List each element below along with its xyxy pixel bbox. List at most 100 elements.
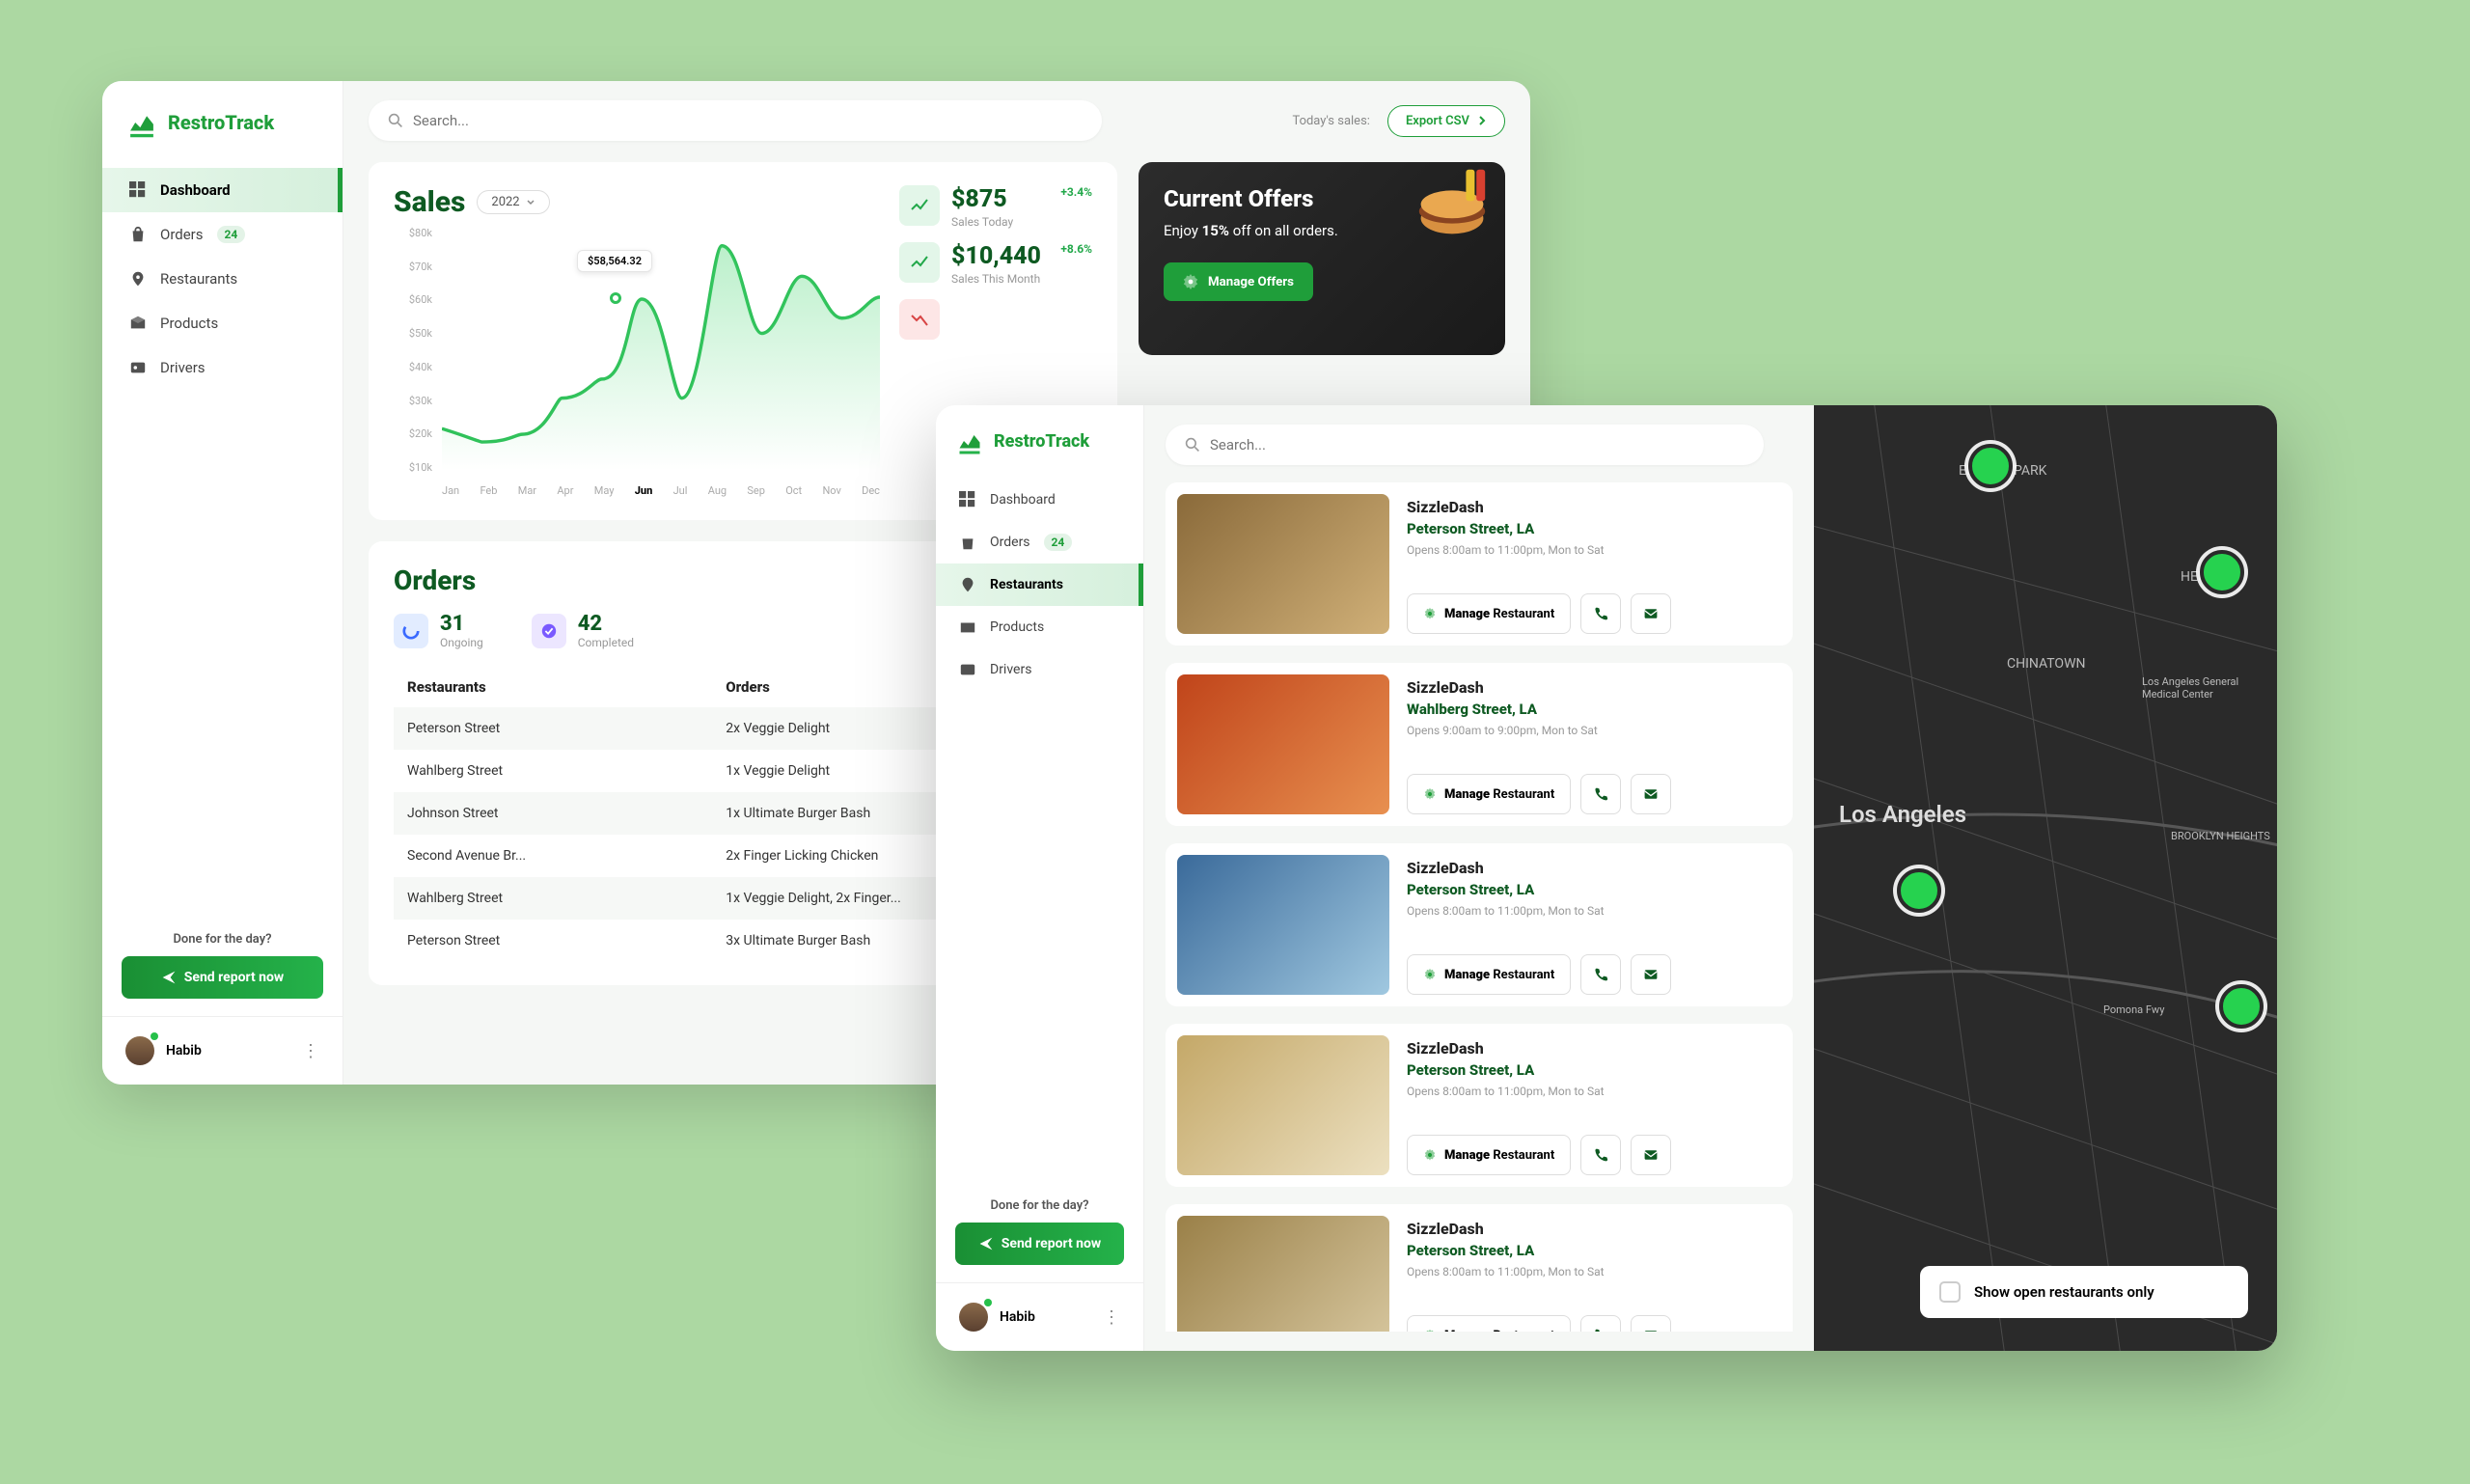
- restaurant-image: [1177, 1216, 1389, 1332]
- done-label: Done for the day?: [122, 932, 323, 947]
- x-axis: Jan Feb Mar Apr May Jun Jul Aug Sep Oct: [442, 484, 880, 497]
- restaurant-hours: Opens 8:00am to 11:00pm, Mon to Sat: [1407, 543, 1781, 557]
- map-pin[interactable]: [2219, 984, 2264, 1029]
- restaurant-hours: Opens 8:00am to 11:00pm, Mon to Sat: [1407, 1085, 1781, 1098]
- ongoing-label: Ongoing: [440, 636, 483, 649]
- kpi-sub: Sales Today: [951, 215, 1013, 229]
- manage-offers-button[interactable]: Manage Offers: [1164, 262, 1313, 301]
- nav-products[interactable]: Products: [936, 606, 1143, 648]
- cell-restaurant: Johnson Street: [394, 792, 712, 835]
- user-row[interactable]: Habib ⋮: [936, 1282, 1143, 1351]
- restaurant-card[interactable]: SizzleDash Peterson Street, LA Opens 8:0…: [1166, 482, 1793, 646]
- manage-restaurant-button[interactable]: Manage Restaurant: [1407, 1135, 1571, 1175]
- completed-count: 42: [578, 612, 634, 636]
- cell-restaurant: Wahlberg Street: [394, 877, 712, 920]
- user-row[interactable]: Habib ⋮: [102, 1016, 343, 1085]
- phone-icon: [1593, 606, 1608, 621]
- send-report-button[interactable]: Send report now: [955, 1223, 1124, 1265]
- restaurant-card[interactable]: SizzleDash Wahlberg Street, LA Opens 9:0…: [1166, 663, 1793, 826]
- search-box[interactable]: [369, 100, 1102, 141]
- checkbox-icon[interactable]: [1939, 1281, 1961, 1303]
- restaurant-card[interactable]: SizzleDash Peterson Street, LA Opens 8:0…: [1166, 1024, 1793, 1187]
- restaurant-hours: Opens 9:00am to 9:00pm, Mon to Sat: [1407, 724, 1781, 737]
- nav-dashboard[interactable]: Dashboard: [102, 168, 343, 212]
- user-menu-icon[interactable]: ⋮: [1103, 1307, 1120, 1328]
- gear-icon: [1423, 787, 1437, 801]
- send-report-button[interactable]: Send report now: [122, 956, 323, 999]
- manage-restaurant-button[interactable]: Manage Restaurant: [1407, 954, 1571, 995]
- restaurant-hours: Opens 8:00am to 11:00pm, Mon to Sat: [1407, 1265, 1781, 1278]
- gear-icon: [1423, 607, 1437, 620]
- gear-icon: [1423, 1329, 1437, 1332]
- restaurant-address: Peterson Street, LA: [1407, 1242, 1781, 1259]
- nav-drivers[interactable]: Drivers: [102, 345, 343, 390]
- nav-restaurants[interactable]: Restaurants: [102, 257, 343, 301]
- search-icon: [1185, 437, 1200, 453]
- gear-icon: [1183, 274, 1198, 289]
- call-button[interactable]: [1580, 593, 1621, 634]
- restaurant-card[interactable]: SizzleDash Peterson Street, LA Opens 8:0…: [1166, 1204, 1793, 1332]
- map-pin[interactable]: [2200, 550, 2244, 594]
- nav-restaurants[interactable]: Restaurants: [936, 563, 1143, 606]
- mail-button[interactable]: [1631, 774, 1671, 814]
- phone-icon: [1593, 1328, 1608, 1332]
- bag-icon: [129, 226, 147, 243]
- map-label: Pomona Fwy: [2103, 1003, 2164, 1016]
- report-btn-label: Send report now: [1002, 1236, 1101, 1251]
- today-sales-label: Today's sales:: [1292, 114, 1370, 128]
- nav-label: Drivers: [160, 359, 206, 376]
- export-csv-button[interactable]: Export CSV: [1387, 105, 1505, 137]
- sidebar: RestroTrack Dashboard Orders 24 Restaura…: [102, 81, 343, 1085]
- completed-icon: [532, 614, 566, 648]
- nav-drivers[interactable]: Drivers: [936, 648, 1143, 691]
- send-icon: [978, 1236, 994, 1251]
- mail-button[interactable]: [1631, 1315, 1671, 1332]
- call-button[interactable]: [1580, 954, 1621, 995]
- call-button[interactable]: [1580, 1135, 1621, 1175]
- search-icon: [388, 113, 403, 128]
- restaurant-image: [1177, 855, 1389, 995]
- brand-name: RestroTrack: [994, 431, 1089, 452]
- restaurant-list: SizzleDash Peterson Street, LA Opens 8:0…: [1166, 482, 1793, 1332]
- search-box[interactable]: [1166, 425, 1764, 465]
- restaurant-name: SizzleDash: [1407, 859, 1781, 877]
- year-select[interactable]: 2022: [477, 190, 549, 214]
- chart-tooltip: $58,564.32: [577, 250, 652, 272]
- manage-restaurant-button[interactable]: Manage Restaurant: [1407, 593, 1571, 634]
- chart-highlight-dot: [610, 292, 621, 304]
- manage-restaurant-button[interactable]: Manage Restaurant: [1407, 1315, 1571, 1332]
- manage-restaurant-button[interactable]: Manage Restaurant: [1407, 774, 1571, 814]
- search-input[interactable]: [1210, 436, 1744, 453]
- restaurant-address: Peterson Street, LA: [1407, 520, 1781, 537]
- restaurant-image: [1177, 494, 1389, 634]
- call-button[interactable]: [1580, 1315, 1621, 1332]
- col-restaurants[interactable]: Restaurants: [394, 667, 712, 707]
- nav-orders[interactable]: Orders 24: [936, 521, 1143, 563]
- nav-dashboard[interactable]: Dashboard: [936, 479, 1143, 521]
- map-pin[interactable]: [1968, 444, 2013, 488]
- nav-label: Orders: [990, 535, 1030, 550]
- mail-button[interactable]: [1631, 954, 1671, 995]
- ongoing-stat: 31Ongoing: [394, 612, 483, 649]
- nav-products[interactable]: Products: [102, 301, 343, 345]
- burger-illustration: [1409, 168, 1496, 255]
- kpi-value: $10,440: [951, 242, 1041, 270]
- map-pane[interactable]: ELYSIAN PARKHEIGHTSCHINATOWNLos Angeles …: [1814, 405, 2277, 1351]
- mail-button[interactable]: [1631, 1135, 1671, 1175]
- map-pin[interactable]: [1897, 868, 1941, 913]
- kpi-today: $875 Sales Today +3.4%: [899, 185, 1092, 229]
- nav-label: Products: [160, 315, 218, 332]
- map-filter-checkbox[interactable]: Show open restaurants only: [1920, 1266, 2248, 1318]
- cell-restaurant: Wahlberg Street: [394, 750, 712, 792]
- nav-orders[interactable]: Orders 24: [102, 212, 343, 257]
- call-button[interactable]: [1580, 774, 1621, 814]
- user-menu-icon[interactable]: ⋮: [302, 1041, 319, 1061]
- export-label: Export CSV: [1406, 114, 1469, 128]
- restaurant-card[interactable]: SizzleDash Peterson Street, LA Opens 8:0…: [1166, 843, 1793, 1006]
- done-label: Done for the day?: [955, 1198, 1124, 1213]
- mail-button[interactable]: [1631, 593, 1671, 634]
- user-name: Habib: [166, 1043, 202, 1058]
- gear-icon: [1423, 1148, 1437, 1162]
- search-input[interactable]: [413, 112, 1083, 129]
- nav-label: Drivers: [990, 662, 1031, 677]
